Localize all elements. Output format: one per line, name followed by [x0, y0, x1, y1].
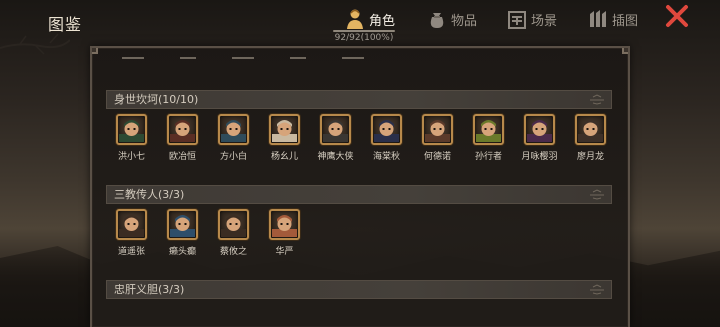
character-card[interactable]: 蔡攸之 — [218, 209, 249, 257]
character-portrait — [473, 114, 504, 145]
person-icon — [345, 8, 365, 30]
tab-scenes-label: 场景 — [531, 13, 558, 29]
character-name: 洪小七 — [117, 152, 145, 162]
character-name: 孙行者 — [474, 152, 502, 162]
character-card[interactable]: 月咏樱羽 — [521, 114, 558, 162]
tab-items[interactable]: 物品 — [427, 6, 477, 32]
character-portrait — [269, 114, 300, 145]
character-portrait — [320, 114, 351, 145]
character-card[interactable]: 洪小七 — [116, 114, 147, 162]
section-header[interactable]: 身世坎坷(10/10) — [106, 90, 612, 109]
character-name: 何德诺 — [423, 152, 451, 162]
close-icon[interactable] — [664, 3, 690, 29]
page-title: 图鉴 — [48, 15, 83, 34]
character-name: 道遥张 — [117, 247, 145, 257]
character-grid: 洪小七 欧冶恒 方小白 杨幺儿 神鹰大侠 海棠秋 何德诺 孙行者 月咏樱羽 廖月龙 — [116, 114, 606, 162]
character-name: 蔡攸之 — [219, 247, 247, 257]
character-name: 月咏樱羽 — [521, 152, 558, 162]
character-card[interactable]: 神鹰大侠 — [317, 114, 354, 162]
panel-corner — [92, 48, 98, 54]
scene-icon — [507, 8, 527, 30]
character-portrait — [116, 114, 147, 145]
character-name: 欧冶恒 — [168, 152, 196, 162]
section-title: 忠肝义胆(3/3) — [114, 283, 185, 296]
section-header[interactable]: 三教传人(3/3) — [106, 185, 612, 204]
character-name: 杨幺儿 — [270, 152, 298, 162]
clipped-previous-names — [122, 52, 364, 62]
illustration-icon — [588, 8, 608, 30]
ornament-icon — [590, 189, 604, 200]
active-tab-indicator — [333, 30, 395, 32]
character-card[interactable]: 海棠秋 — [371, 114, 402, 162]
character-card[interactable]: 何德诺 — [422, 114, 453, 162]
ornament-icon — [590, 284, 604, 295]
character-card[interactable]: 欧冶恒 — [167, 114, 198, 162]
character-name: 廖月龙 — [576, 152, 604, 162]
bag-icon — [427, 8, 447, 30]
top-bar: 图鉴 角色 92/92(100%) 物品 场景 插图 — [0, 0, 720, 46]
codex-panel[interactable]: 身世坎坷(10/10) 洪小七 欧冶恒 方小白 杨幺儿 神鹰大侠 海棠秋 何德诺 孙行者 月咏樱… — [90, 46, 630, 327]
tab-scenes[interactable]: 场景 — [507, 6, 557, 32]
character-portrait — [575, 114, 606, 145]
character-portrait — [167, 114, 198, 145]
character-portrait — [269, 209, 300, 240]
collection-progress: 92/92(100%) — [334, 33, 394, 43]
character-portrait — [218, 209, 249, 240]
character-name: 神鹰大侠 — [317, 152, 354, 162]
character-card[interactable]: 孙行者 — [473, 114, 504, 162]
character-portrait — [524, 114, 555, 145]
character-card[interactable]: 华严 — [269, 209, 300, 257]
panel-corner — [622, 48, 628, 54]
character-portrait — [218, 114, 249, 145]
character-grid: 道遥张 癞头癫 蔡攸之 华严 — [116, 209, 300, 257]
character-name: 方小白 — [219, 152, 247, 162]
tab-characters[interactable]: 角色 — [345, 6, 395, 32]
character-name: 海棠秋 — [372, 152, 400, 162]
tab-items-label: 物品 — [451, 13, 478, 29]
character-portrait — [167, 209, 198, 240]
character-portrait — [116, 209, 147, 240]
tab-characters-label: 角色 — [369, 13, 396, 29]
character-portrait — [371, 114, 402, 145]
character-card[interactable]: 癞头癫 — [167, 209, 198, 257]
character-card[interactable]: 杨幺儿 — [269, 114, 300, 162]
character-card[interactable]: 方小白 — [218, 114, 249, 162]
tab-illustrations-label: 插图 — [612, 13, 639, 29]
character-name: 华严 — [275, 247, 294, 257]
tab-illustrations[interactable]: 插图 — [588, 6, 638, 32]
character-portrait — [422, 114, 453, 145]
character-card[interactable]: 道遥张 — [116, 209, 147, 257]
ornament-icon — [590, 94, 604, 105]
section-title: 身世坎坷(10/10) — [114, 93, 199, 106]
character-name: 癞头癫 — [168, 247, 196, 257]
section-title: 三教传人(3/3) — [114, 188, 185, 201]
character-card[interactable]: 廖月龙 — [575, 114, 606, 162]
section-header[interactable]: 忠肝义胆(3/3) — [106, 280, 612, 299]
